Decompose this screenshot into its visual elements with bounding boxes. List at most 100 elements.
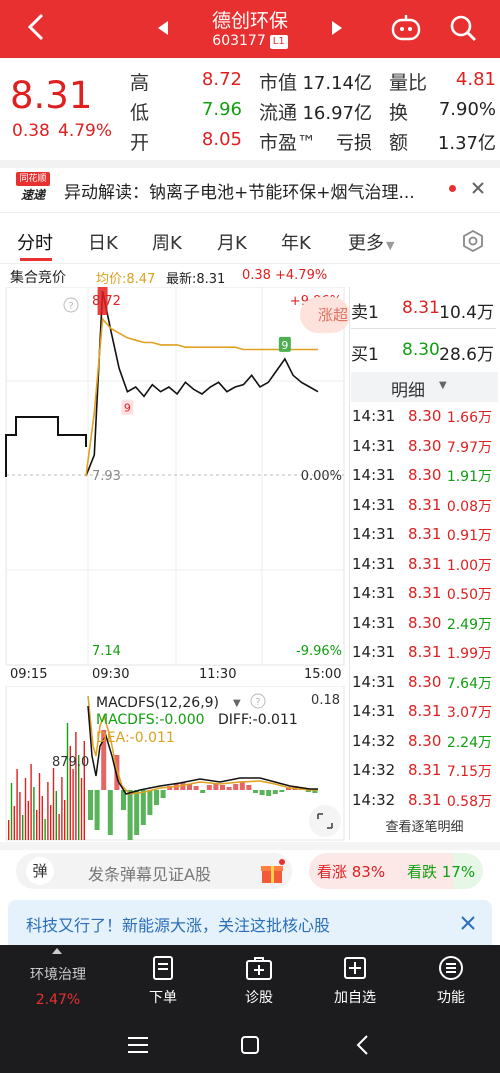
macd-title[interactable]: MACDFS(12,26,9) — [96, 695, 219, 711]
macd-bar — [246, 785, 252, 790]
tab-more[interactable]: 更多 ▼ — [348, 229, 394, 255]
system-nav-bar — [0, 1020, 500, 1073]
promo-banner[interactable]: 科技又行了！新能源大涨，关注这批核心股 — [8, 900, 492, 945]
turnover-value: 7.90% — [438, 99, 496, 120]
view-all-trades-link[interactable]: 查看逐笔明细 — [351, 816, 498, 835]
volume-bar — [27, 801, 29, 840]
sell1-row[interactable]: 卖1 8.31 10.4万 — [351, 292, 496, 326]
nav-add-watchlist[interactable]: 加自选 — [305, 955, 405, 1007]
buy1-label: 买1 — [351, 345, 379, 365]
nav-functions[interactable]: 功能 — [401, 955, 500, 1007]
trade-row: 14:32 8.31 7.15万 — [352, 757, 498, 786]
bullish-button[interactable]: 看涨 83% — [317, 861, 385, 882]
trade-time: 14:32 — [352, 731, 396, 750]
chevron-down-icon[interactable]: ▼ — [233, 698, 241, 709]
tab-daily-k[interactable]: 日K — [88, 229, 118, 255]
add-square-icon — [344, 957, 366, 979]
pct-mid-label: 0.00% — [301, 469, 342, 484]
divider — [349, 287, 350, 840]
trade-time: 14:31 — [352, 584, 396, 602]
trade-price: 8.30 — [408, 613, 442, 632]
volume-bar — [41, 796, 43, 840]
intraday-price-chart[interactable]: 99 8.72 7.93 7.14 +9.96% 0.00% -9.96% ? … — [0, 287, 350, 667]
tab-more-label: 更多 — [348, 233, 384, 254]
gift-icon[interactable] — [259, 859, 285, 885]
volume-bar — [33, 787, 35, 840]
volume-bar — [10, 783, 13, 840]
trade-price: 8.30 — [408, 407, 442, 425]
trade-time: 14:31 — [352, 495, 396, 514]
recent-apps-icon[interactable] — [127, 1035, 149, 1055]
trade-time: 14:31 — [352, 407, 396, 425]
trade-time: 14:31 — [352, 554, 396, 573]
fullscreen-button[interactable] — [309, 805, 341, 837]
news-bar[interactable]: 同花顺 速递 异动解读：钠离子电池+节能环保+烟气治理... — [0, 168, 500, 210]
nav-diagnose[interactable]: 诊股 — [209, 955, 309, 1007]
macd-chart[interactable]: 879.0 MACDFS(12,26,9) ▼ ? 0.18 MACDFS:-0… — [0, 686, 350, 842]
close-icon[interactable] — [460, 915, 476, 931]
low-label: 低 — [130, 102, 150, 124]
trade-row: 14:31 8.31 1.00万 — [352, 551, 498, 580]
tab-monthly-k[interactable]: 月K — [217, 229, 247, 255]
y-top-label: 8.72 — [92, 294, 121, 309]
nav-order[interactable]: 下单 — [113, 955, 213, 1007]
help-icon-glyph: ? — [68, 301, 73, 312]
buy1-row[interactable]: 买1 8.30 28.6万 — [351, 334, 496, 368]
trade-row: 14:31 8.31 0.08万 — [352, 492, 498, 521]
menu-circle-icon — [439, 956, 463, 980]
divider — [351, 328, 496, 329]
next-stock-icon[interactable] — [331, 21, 343, 35]
trade-volume: 7.15万 — [446, 764, 492, 780]
close-icon[interactable] — [471, 181, 485, 195]
tab-active-indicator — [20, 258, 52, 261]
trade-price: 8.31 — [408, 761, 442, 779]
back-icon[interactable] — [355, 1034, 369, 1056]
robot-assistant-icon[interactable] — [390, 14, 422, 42]
home-icon[interactable] — [240, 1035, 260, 1055]
sell1-label: 卖1 — [351, 303, 379, 323]
auction-volume-bars — [8, 723, 85, 840]
volume-bar — [47, 782, 49, 840]
divider — [0, 212, 500, 213]
macd-bar — [220, 785, 225, 790]
market-cap-value: 17.14亿 — [302, 73, 372, 94]
latest-change-pct: +4.79% — [275, 268, 328, 283]
unread-dot-icon — [449, 185, 456, 192]
nav-add-watchlist-label: 加自选 — [334, 990, 376, 1006]
diagnose-case-icon — [246, 957, 272, 980]
chevron-down-icon: ▼ — [439, 380, 447, 391]
trade-row: 14:32 8.31 0.58万 — [352, 787, 498, 816]
settings-hexagon-icon[interactable] — [461, 229, 485, 253]
tab-weekly-k[interactable]: 周K — [152, 229, 182, 255]
sell1-volume: 10.4万 — [439, 303, 494, 323]
volume-bar — [80, 778, 83, 840]
trade-time: 14:32 — [352, 761, 396, 779]
trade-time: 14:31 — [352, 643, 396, 661]
logo-top: 同花顺 — [16, 172, 50, 186]
detail-header[interactable]: 明细 ▼ — [351, 372, 498, 402]
open-value: 8.05 — [201, 129, 242, 150]
volume-bar — [58, 814, 60, 840]
macd-bar — [147, 790, 153, 815]
buy1-price: 8.30 — [402, 340, 440, 360]
search-icon[interactable] — [449, 14, 477, 42]
bearish-button[interactable]: 看跌 17% — [407, 861, 475, 882]
sector-change: 2.47% — [35, 992, 81, 1008]
sector-name[interactable]: 环境治理 — [8, 964, 108, 984]
volume-bar — [55, 791, 57, 840]
diff-value: DIFF:-0.011 — [218, 712, 298, 728]
macd-bar — [272, 790, 278, 794]
tab-yearly-k[interactable]: 年K — [281, 229, 311, 255]
volume-bar — [72, 769, 74, 840]
macd-bar — [206, 785, 212, 790]
volume-bar — [64, 800, 66, 840]
amount-value: 1.37亿 — [437, 133, 496, 154]
tab-intraday[interactable]: 分时 — [17, 229, 53, 255]
avg-price: 均价:8.47 — [96, 272, 156, 287]
trade-volume: 7.64万 — [446, 675, 492, 692]
volume-bar — [38, 773, 41, 840]
order-doc-icon — [153, 956, 173, 980]
trade-volume: 1.00万 — [446, 557, 492, 574]
danmu-input[interactable]: 弹 发条弹幕见证A股 — [16, 853, 292, 889]
limit-up-badge-text: 涨超 — [318, 306, 348, 324]
